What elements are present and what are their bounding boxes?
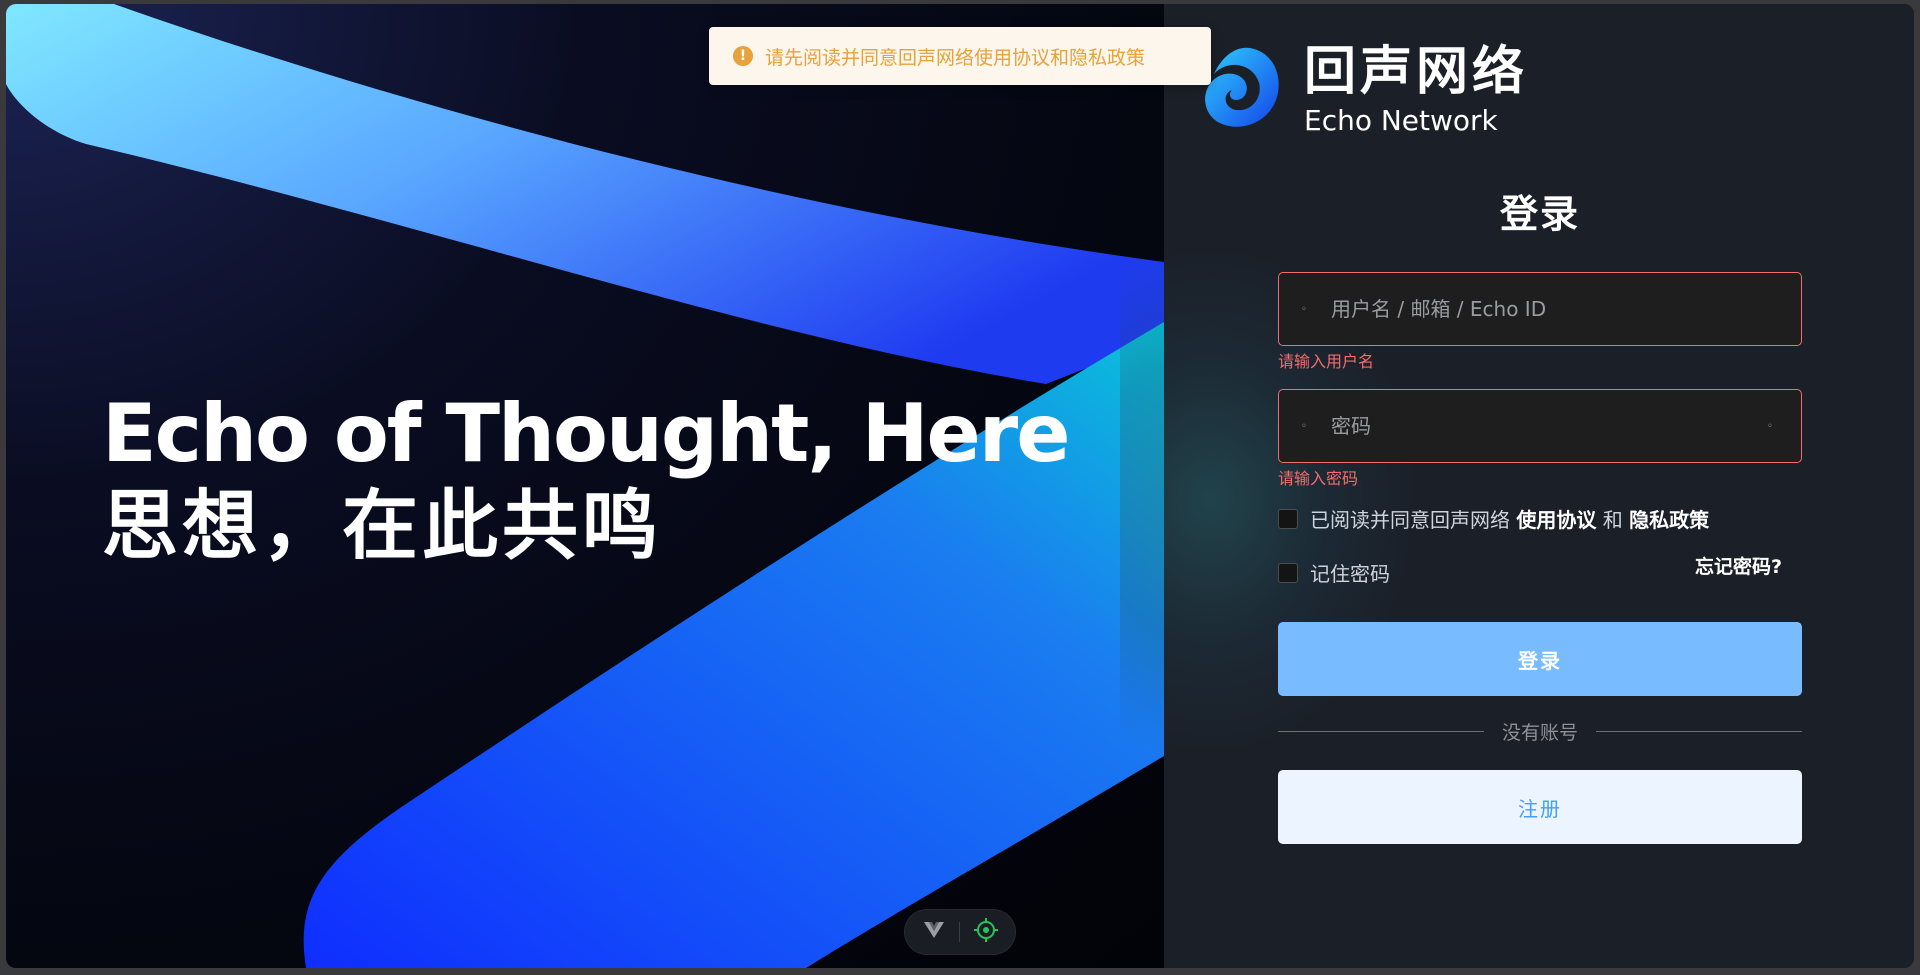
hero-headline-cn: 思想，在此共鸣 bbox=[102, 481, 662, 570]
hero-panel: Echo of Thought, Here 思想，在此共鸣 bbox=[6, 4, 1164, 968]
divider-text: 没有账号 bbox=[1502, 722, 1579, 744]
brand-name: 回声网络 Echo Network bbox=[1304, 42, 1528, 138]
password-error: 请输入密码 bbox=[1278, 469, 1359, 488]
username-field[interactable]: ◦ bbox=[1278, 272, 1802, 346]
brand-name-en: Echo Network bbox=[1304, 104, 1498, 137]
echo-logo-icon bbox=[1202, 44, 1282, 136]
warning-icon: ! bbox=[733, 46, 753, 66]
privacy-link[interactable]: 隐私政策 bbox=[1629, 508, 1709, 532]
devtools-separator bbox=[958, 922, 960, 942]
user-icon: ◦ bbox=[1301, 303, 1307, 315]
no-account-divider: 没有账号 bbox=[1278, 718, 1803, 745]
register-button[interactable]: 注册 bbox=[1278, 770, 1802, 844]
remember-checkbox[interactable] bbox=[1278, 562, 1298, 583]
username-error: 请输入用户名 bbox=[1278, 352, 1375, 371]
remember-row: 记住密码 bbox=[1278, 558, 1390, 587]
agree-row: 已阅读并同意回声网络 使用协议 和 隐私政策 bbox=[1278, 504, 1709, 533]
lock-icon: ◦ bbox=[1301, 420, 1307, 432]
terms-link[interactable]: 使用协议 bbox=[1516, 508, 1596, 532]
password-input[interactable] bbox=[1331, 414, 1767, 438]
eye-icon[interactable]: ◦ bbox=[1767, 421, 1779, 432]
toast-message: 请先阅读并同意回声网络使用协议和隐私政策 bbox=[765, 46, 1146, 69]
brand-name-cn: 回声网络 bbox=[1304, 42, 1529, 102]
password-field[interactable]: ◦ ◦ bbox=[1278, 389, 1802, 463]
agree-label: 已阅读并同意回声网络 使用协议 和 隐私政策 bbox=[1310, 504, 1709, 533]
login-title: 登录 bbox=[1499, 192, 1580, 236]
divider-line-left bbox=[1278, 731, 1484, 732]
username-input[interactable] bbox=[1331, 297, 1779, 321]
devtools-bar bbox=[904, 909, 1016, 955]
vue-devtools-icon[interactable] bbox=[923, 920, 945, 944]
remember-label: 记住密码 bbox=[1310, 562, 1390, 586]
inspector-target-icon[interactable] bbox=[973, 918, 998, 946]
hero-headline-en: Echo of Thought, Here bbox=[102, 387, 1071, 480]
login-button[interactable]: 登录 bbox=[1278, 622, 1802, 696]
forgot-password-link[interactable]: 忘记密码? bbox=[1695, 552, 1782, 579]
brand-logo-block: 回声网络 Echo Network bbox=[1202, 42, 1528, 138]
divider-line-right bbox=[1596, 731, 1803, 732]
agree-prefix: 已阅读并同意回声网络 bbox=[1310, 508, 1510, 532]
agree-checkbox[interactable] bbox=[1278, 508, 1298, 529]
warning-toast: ! 请先阅读并同意回声网络使用协议和隐私政策 bbox=[709, 27, 1211, 85]
hero-headline: Echo of Thought, Here 思想，在此共鸣 bbox=[102, 387, 1071, 572]
agree-and: 和 bbox=[1602, 508, 1623, 532]
